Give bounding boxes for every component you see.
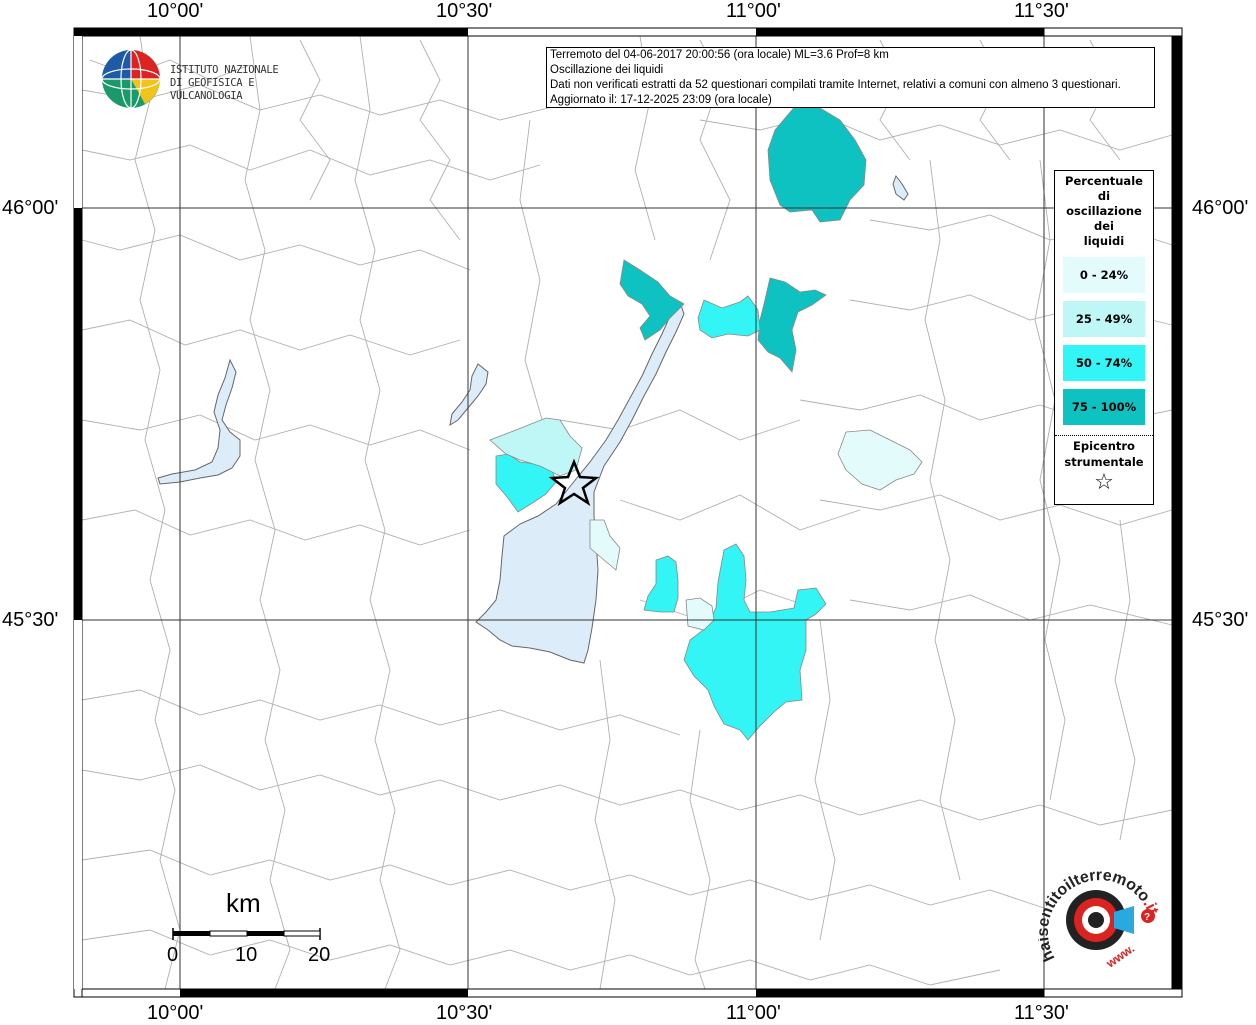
- lon-label-1130-top: 11°30': [1014, 0, 1069, 22]
- scale-unit: km: [226, 888, 261, 918]
- scale-tick-0: 0: [167, 944, 179, 966]
- event-updated: Aggiornato il: 17-12-2025 23:09 (ora loc…: [550, 94, 772, 106]
- legend-epicenter-line: Epicentro: [1073, 439, 1135, 453]
- legend: Percentuale di oscillazione dei liquidi …: [1054, 170, 1154, 505]
- svg-text:?: ?: [1144, 912, 1150, 923]
- haisentito-emblem-icon: haisentitoilterremoto.it ? www.: [1035, 867, 1162, 971]
- legend-title-line: oscillazione: [1066, 204, 1142, 218]
- legend-title-line: di: [1097, 189, 1111, 203]
- event-title: Terremoto del 04-06-2017 20:00:56 (ora l…: [550, 49, 889, 61]
- ingv-globe-icon: [101, 49, 161, 109]
- legend-title: Percentuale di oscillazione dei liquidi: [1055, 174, 1153, 249]
- legend-title-line: Percentuale: [1065, 174, 1143, 188]
- legend-item-75-100: 75 - 100%: [1063, 389, 1145, 425]
- scale-bar-graphic: [172, 928, 321, 940]
- scale-tick-10: 10: [235, 944, 258, 966]
- lat-label-4600-left: 46°00': [2, 197, 59, 219]
- event-note: Dati non verificati estratti da 52 quest…: [550, 79, 1121, 91]
- event-subtitle: Oscillazione dei liquidi: [550, 64, 664, 76]
- lon-label-1030-bottom: 10°30': [436, 1002, 493, 1024]
- ingv-name-line2: DI GEOFISICA E VULCANOLOGIA: [170, 77, 255, 102]
- ingv-logo: ISTITUTO NAZIONALE DI GEOFISICA E VULCAN…: [100, 48, 330, 109]
- lon-label-1030-top: 10°30': [436, 0, 493, 22]
- legend-item-0-24: 0 - 24%: [1063, 257, 1145, 293]
- legend-star-icon: ☆: [1094, 470, 1114, 495]
- event-info-box: Terremoto del 04-06-2017 20:00:56 (ora l…: [546, 47, 1155, 108]
- lon-label-1000-top: 10°00': [147, 0, 204, 22]
- scale-bar: km 0 10 20: [160, 888, 340, 968]
- legend-title-line: dei: [1094, 219, 1114, 233]
- legend-epicenter-label: Epicentro strumentale: [1055, 438, 1153, 470]
- lat-label-4530-right: 45°30': [1192, 609, 1249, 631]
- legend-item-25-49: 25 - 49%: [1063, 301, 1145, 337]
- haisentito-logo: haisentitoilterremoto.it ? www.: [1035, 850, 1168, 980]
- lon-label-1130-bottom: 11°30': [1014, 1002, 1069, 1024]
- lon-label-1100-top: 11°00': [726, 0, 781, 22]
- lon-label-1100-bottom: 11°00': [726, 1002, 781, 1024]
- lon-label-1000-bottom: 10°00': [147, 1002, 204, 1024]
- legend-divider: [1055, 435, 1153, 436]
- legend-item-50-74: 50 - 74%: [1063, 345, 1145, 381]
- legend-title-line: liquidi: [1083, 234, 1125, 248]
- lat-label-4600-right: 46°00': [1192, 197, 1249, 219]
- lat-label-4530-left: 45°30': [2, 609, 59, 631]
- ingv-name-line1: ISTITUTO NAZIONALE: [170, 64, 279, 76]
- scale-tick-20: 20: [308, 944, 331, 966]
- legend-epicenter-line: strumentale: [1064, 455, 1144, 469]
